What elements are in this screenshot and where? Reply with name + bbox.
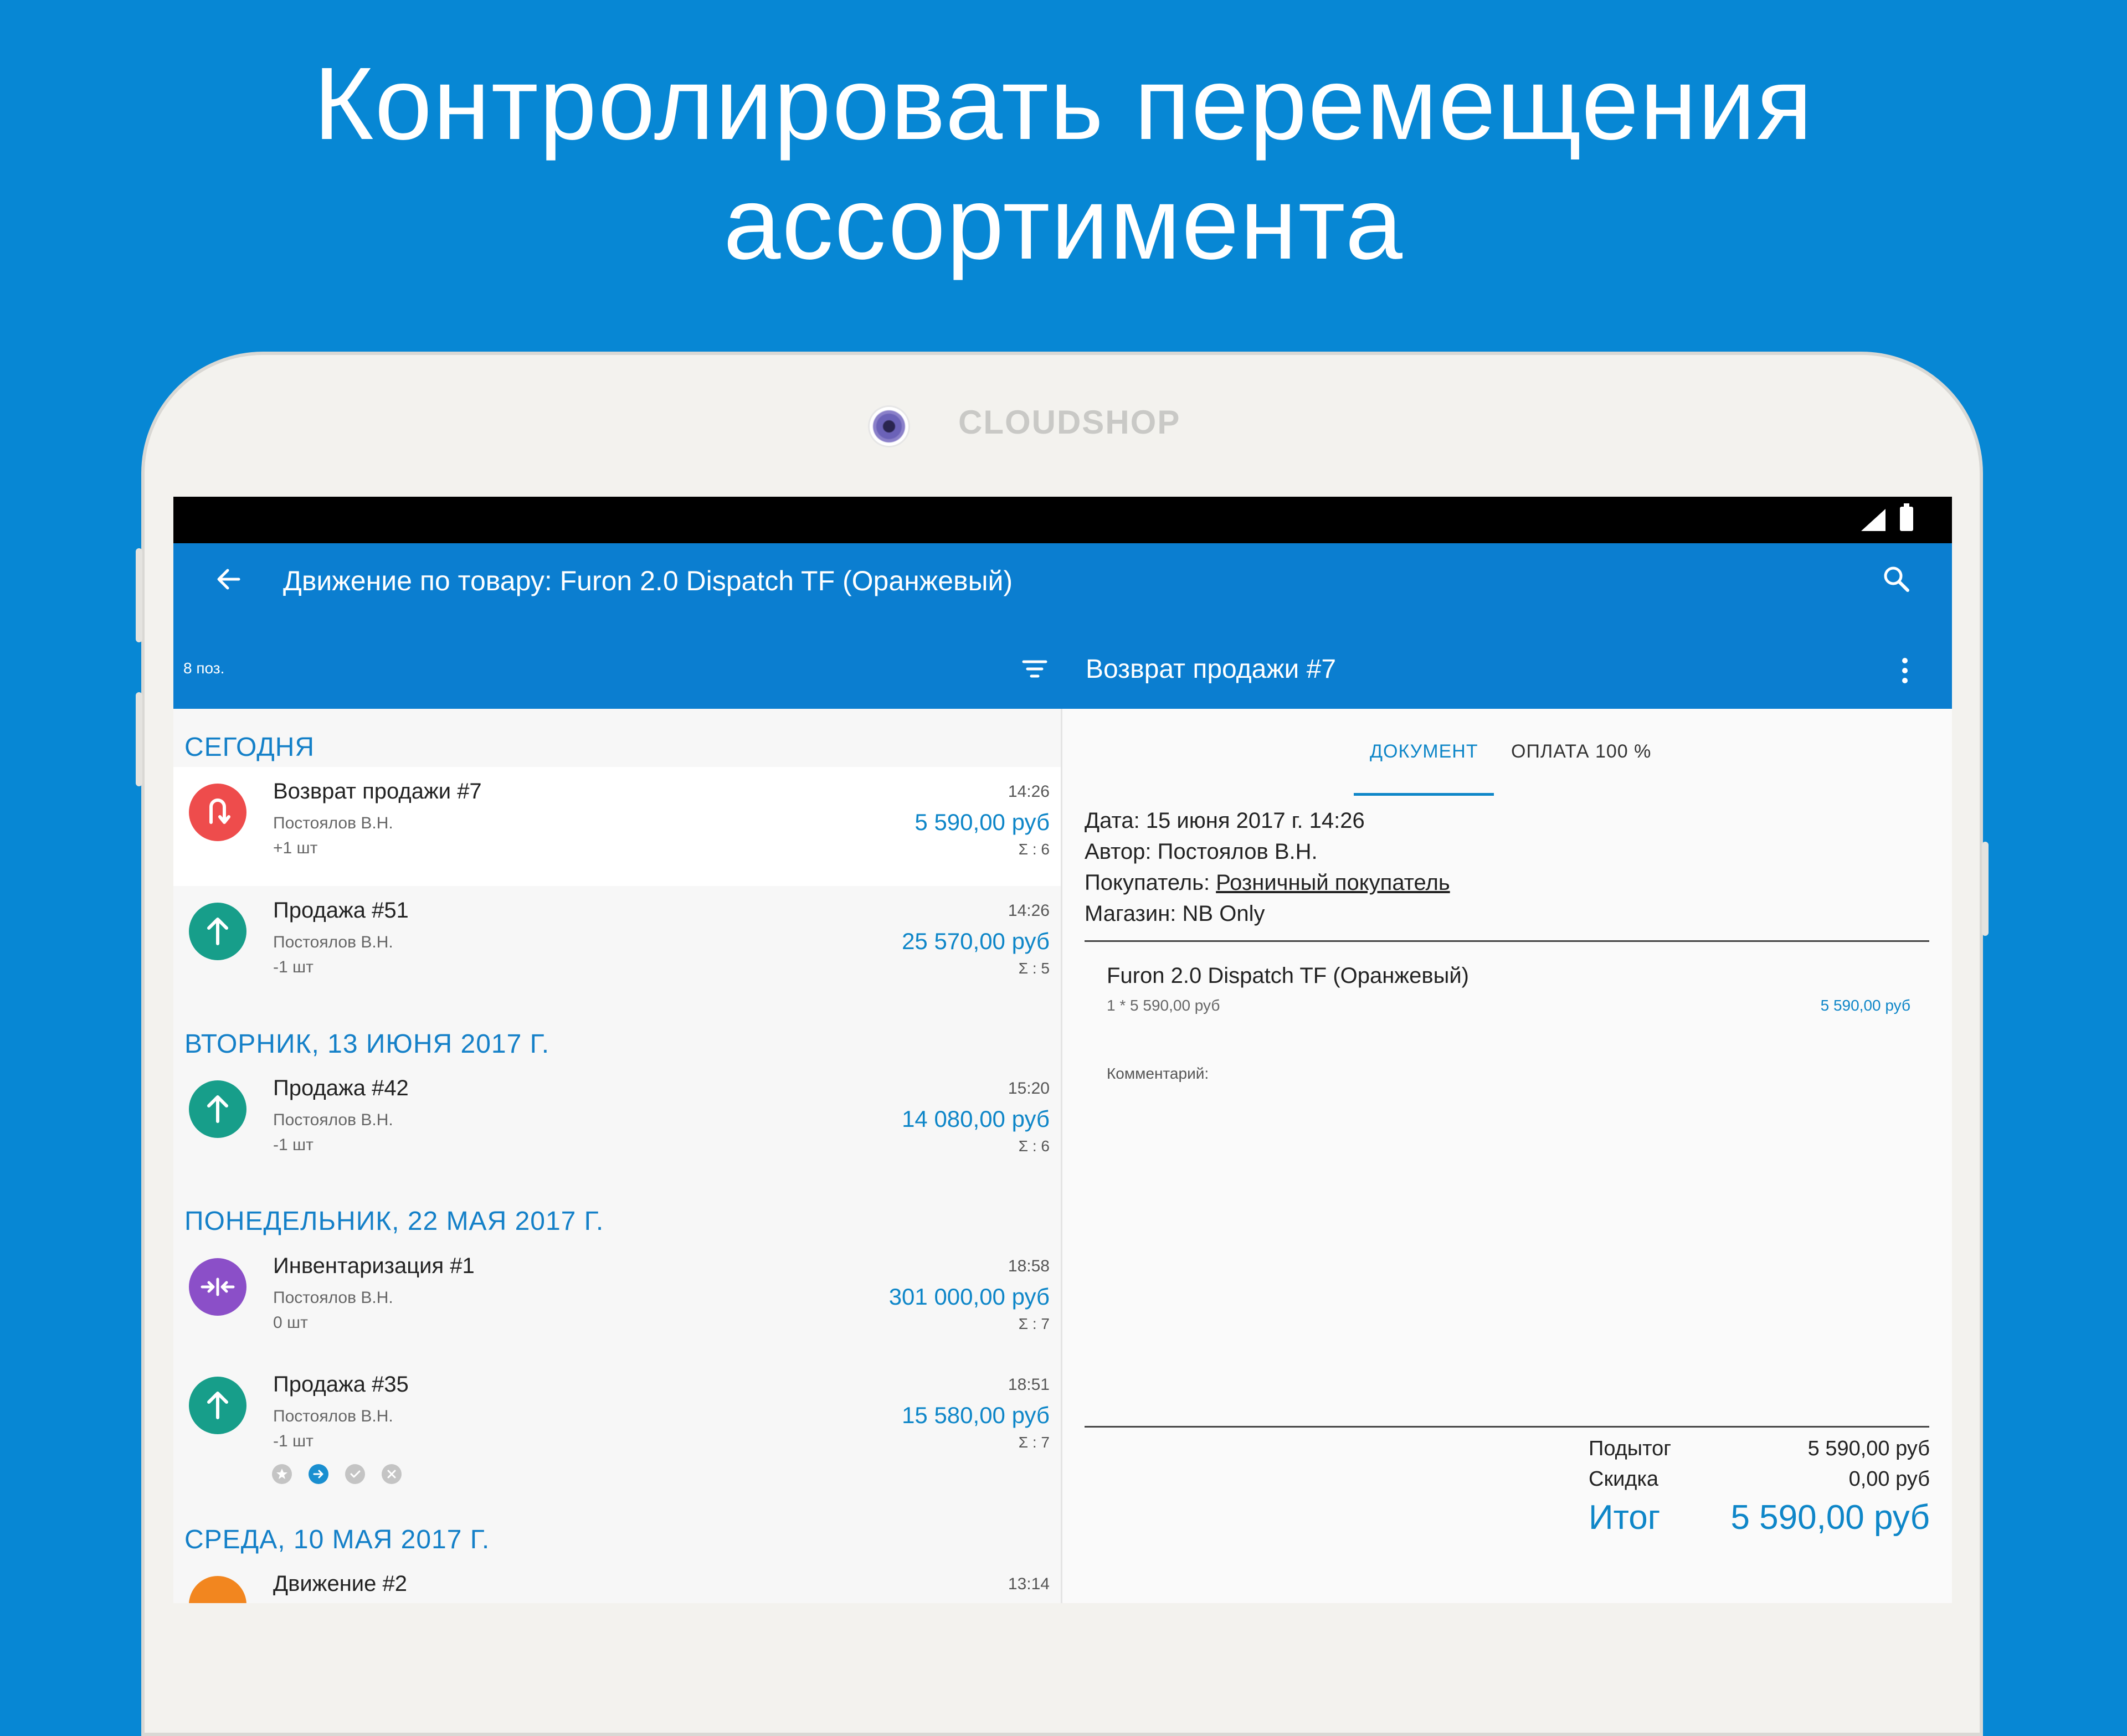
subtotal-value: 5 590,00 руб [1807, 1437, 1930, 1460]
item-sum: 15 580,00 руб [902, 1402, 1050, 1428]
document-detail: ДОКУМЕНТ ОПЛАТА 100 % Дата: 15 июня 2017… [1062, 709, 1952, 1603]
item-sum: 25 570,00 руб [902, 928, 1050, 954]
item-qty: -1 шт [273, 1136, 314, 1154]
tablet-side-button-3 [1982, 842, 1989, 936]
item-title: Инвентаризация #1 [273, 1254, 475, 1278]
item-count: Σ : 7 [1018, 1434, 1050, 1451]
filter-icon[interactable] [1013, 650, 1057, 688]
transfer-icon [189, 1576, 246, 1603]
search-icon[interactable] [1874, 557, 1919, 601]
headline-line-2: ассортимента [723, 166, 1404, 281]
app-bar: Движение по товару: Furon 2.0 Dispatch T… [173, 543, 1952, 709]
item-count: Σ : 6 [1018, 1137, 1050, 1155]
item-time: 13:14 [1008, 1575, 1050, 1593]
battery-icon [1900, 503, 1913, 531]
doc-store: Магазин: NB Only [1085, 902, 1265, 926]
headline: Контролировать перемещения ассортимента [0, 44, 2127, 284]
line-item-calc: 1 * 5 590,00 руб [1107, 997, 1220, 1014]
tab-document[interactable]: ДОКУМЕНТ [1370, 741, 1478, 763]
item-time: 14:26 [1008, 902, 1050, 920]
list-item[interactable]: Продажа #51 Постоялов В.Н. -1 шт 14:26 2… [173, 886, 1061, 1005]
detail-title: Возврат продажи #7 [1086, 655, 1337, 684]
buyer-link[interactable]: Розничный покупатель [1216, 870, 1450, 895]
discount-value: 0,00 руб [1848, 1467, 1930, 1491]
cancel-icon[interactable] [382, 1464, 402, 1484]
item-sum: 5 590,00 руб [914, 809, 1050, 835]
item-time: 14:26 [1008, 782, 1050, 801]
item-author: Постоялов В.Н. [273, 814, 393, 832]
item-qty: +1 шт [273, 839, 318, 857]
item-author: Постоялов В.Н. [273, 1289, 393, 1307]
item-qty: -1 шт [273, 1432, 314, 1450]
section-header-tuesday: ВТОРНИК, 13 ИЮНЯ 2017 Г. [184, 1029, 550, 1059]
item-time: 18:51 [1008, 1376, 1050, 1394]
status-icons [272, 1464, 418, 1484]
movement-list: СЕГОДНЯ Возврат продажи #7 Постоялов В.Н… [173, 709, 1062, 1603]
section-header-monday: ПОНЕДЕЛЬНИК, 22 МАЯ 2017 Г. [184, 1207, 604, 1236]
subtotal-label: Подытог [1589, 1437, 1672, 1460]
total-value: 5 590,00 руб [1730, 1498, 1930, 1537]
list-item[interactable]: Возврат продажи #7 Постоялов В.Н. +1 шт … [173, 767, 1061, 886]
more-vert-icon[interactable] [1888, 648, 1922, 693]
comment-label: Комментарий: [1107, 1065, 1209, 1082]
item-title: Продажа #51 [273, 898, 409, 923]
signal-icon [1861, 509, 1885, 531]
divider [1085, 1426, 1929, 1428]
arrow-up-icon [189, 903, 246, 960]
item-author: Постоялов В.Н. [273, 1111, 393, 1129]
item-qty: 0 шт [273, 1313, 308, 1332]
doc-date: Дата: 15 июня 2017 г. 14:26 [1085, 808, 1365, 833]
status-bar [173, 497, 1952, 543]
section-header-wednesday: СРЕДА, 10 МАЯ 2017 Г. [184, 1525, 490, 1554]
item-sum: 14 080,00 руб [902, 1106, 1050, 1132]
arrow-right-icon[interactable] [309, 1464, 328, 1484]
doc-author: Автор: Постоялов В.Н. [1085, 839, 1318, 864]
arrow-up-icon [189, 1377, 246, 1434]
headline-line-1: Контролировать перемещения [314, 47, 1813, 161]
camera-icon [870, 407, 908, 446]
item-sum: 301 000,00 руб [888, 1284, 1050, 1310]
page-title: Движение по товару: Furon 2.0 Dispatch T… [283, 565, 1013, 596]
position-count: 8 поз. [183, 660, 225, 677]
arrow-up-icon [189, 1080, 246, 1138]
divider [1085, 940, 1929, 942]
tablet-side-button-1 [136, 548, 142, 642]
line-item-name: Furon 2.0 Dispatch TF (Оранжевый) [1107, 964, 1470, 988]
item-title: Продажа #42 [273, 1076, 409, 1100]
return-icon [189, 784, 246, 841]
check-icon[interactable] [345, 1464, 365, 1484]
item-qty: -1 шт [273, 958, 314, 976]
tablet-side-button-2 [136, 692, 142, 786]
app-screen: Движение по товару: Furon 2.0 Dispatch T… [173, 497, 1952, 1603]
section-header-today: СЕГОДНЯ [184, 733, 315, 762]
back-arrow-icon[interactable] [207, 557, 251, 601]
line-item-sum: 5 590,00 руб [1820, 997, 1910, 1014]
inventory-icon [189, 1258, 246, 1316]
item-title: Движение #2 [273, 1572, 407, 1596]
list-item[interactable]: Продажа #42 Постоялов В.Н. -1 шт 15:20 1… [173, 1064, 1061, 1183]
item-count: Σ : 6 [1018, 841, 1050, 858]
device-brand: CLOUDSHOP [958, 404, 1181, 441]
star-icon[interactable] [272, 1464, 292, 1484]
item-author: Постоялов В.Н. [273, 1407, 393, 1425]
item-time: 15:20 [1008, 1079, 1050, 1098]
doc-buyer: Покупатель: Розничный покупатель [1085, 870, 1450, 895]
item-title: Возврат продажи #7 [273, 779, 482, 803]
item-time: 18:58 [1008, 1257, 1050, 1275]
discount-label: Скидка [1589, 1467, 1659, 1491]
item-count: Σ : 5 [1018, 960, 1050, 977]
item-author: Постоялов В.Н. [273, 933, 393, 951]
total-label: Итог [1589, 1498, 1661, 1537]
tab-indicator [1354, 793, 1494, 796]
tab-payment[interactable]: ОПЛАТА 100 % [1511, 741, 1651, 763]
item-count: Σ : 7 [1018, 1315, 1050, 1332]
list-item[interactable]: Движение #2 13:14 [173, 1559, 1061, 1603]
list-item[interactable]: Продажа #35 Постоялов В.Н. -1 шт 18:51 1… [173, 1360, 1061, 1504]
buyer-prefix: Покупатель: [1085, 870, 1216, 895]
item-title: Продажа #35 [273, 1372, 409, 1397]
list-item[interactable]: Инвентаризация #1 Постоялов В.Н. 0 шт 18… [173, 1242, 1061, 1361]
